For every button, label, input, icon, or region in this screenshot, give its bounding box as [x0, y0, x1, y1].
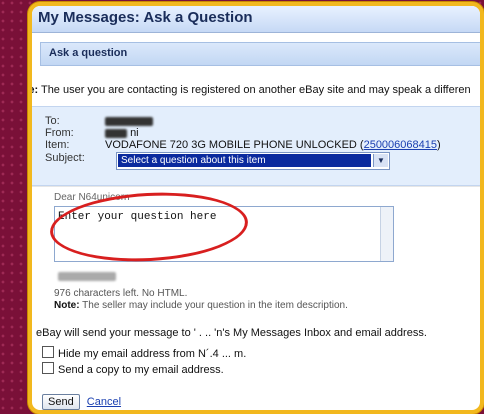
message-info-panel: To: From: ni Item: VODAFONE 720 3G MOBIL…	[32, 106, 480, 186]
signature-redacted	[58, 270, 116, 282]
characters-left: 976 characters left. No HTML.	[54, 288, 188, 299]
item-value: VODAFONE 720 3G MOBILE PHONE UNLOCKED (2…	[105, 139, 441, 151]
section-title: Ask a question	[49, 47, 128, 59]
hide-email-label: Hide my email address from N´.4 ... m.	[58, 348, 247, 360]
send-copy-label: Send a copy to my email address.	[58, 364, 224, 376]
item-label: Item:	[45, 139, 70, 151]
to-label: To:	[45, 115, 60, 127]
chevron-down-icon[interactable]: ▼	[373, 154, 388, 167]
send-to-notice: eBay will send your message to ' . .. 'n…	[36, 327, 427, 339]
subject-label: Subject:	[45, 152, 85, 164]
site-note: Note: The user you are contacting is reg…	[28, 84, 480, 96]
window-title: My Messages: Ask a Question	[38, 9, 253, 26]
hide-email-checkbox-row[interactable]: Hide my email address from N´.4 ... m.	[42, 346, 246, 360]
note-text: The user you are contacting is registere…	[40, 84, 471, 96]
note-label: Note:	[28, 84, 39, 96]
divider	[32, 186, 480, 187]
cancel-link[interactable]: Cancel	[87, 396, 121, 408]
from-label: From:	[45, 127, 74, 139]
messages-window: My Messages: Ask a Question Ask a questi…	[28, 2, 484, 414]
textarea-scrollbar[interactable]	[380, 207, 393, 261]
hide-email-checkbox[interactable]	[42, 346, 54, 358]
seller-note-text: The seller may include your question in …	[82, 300, 348, 311]
title-bar: My Messages: Ask a Question	[32, 6, 480, 33]
item-number-link[interactable]: 250006068415	[364, 139, 437, 151]
send-copy-checkbox[interactable]	[42, 362, 54, 374]
subject-selected-option: Select a question about this item	[118, 154, 371, 167]
send-button[interactable]: Send	[42, 394, 80, 410]
section-header: Ask a question	[40, 42, 480, 66]
action-buttons: Send Cancel	[42, 394, 121, 410]
to-value-redacted	[105, 115, 153, 127]
seller-note: Note: The seller may include your questi…	[54, 300, 348, 311]
seller-note-label: Note:	[54, 300, 80, 311]
from-value: ni	[105, 127, 139, 139]
send-copy-checkbox-row[interactable]: Send a copy to my email address.	[42, 362, 224, 376]
subject-select[interactable]: Select a question about this item ▼	[116, 152, 390, 170]
